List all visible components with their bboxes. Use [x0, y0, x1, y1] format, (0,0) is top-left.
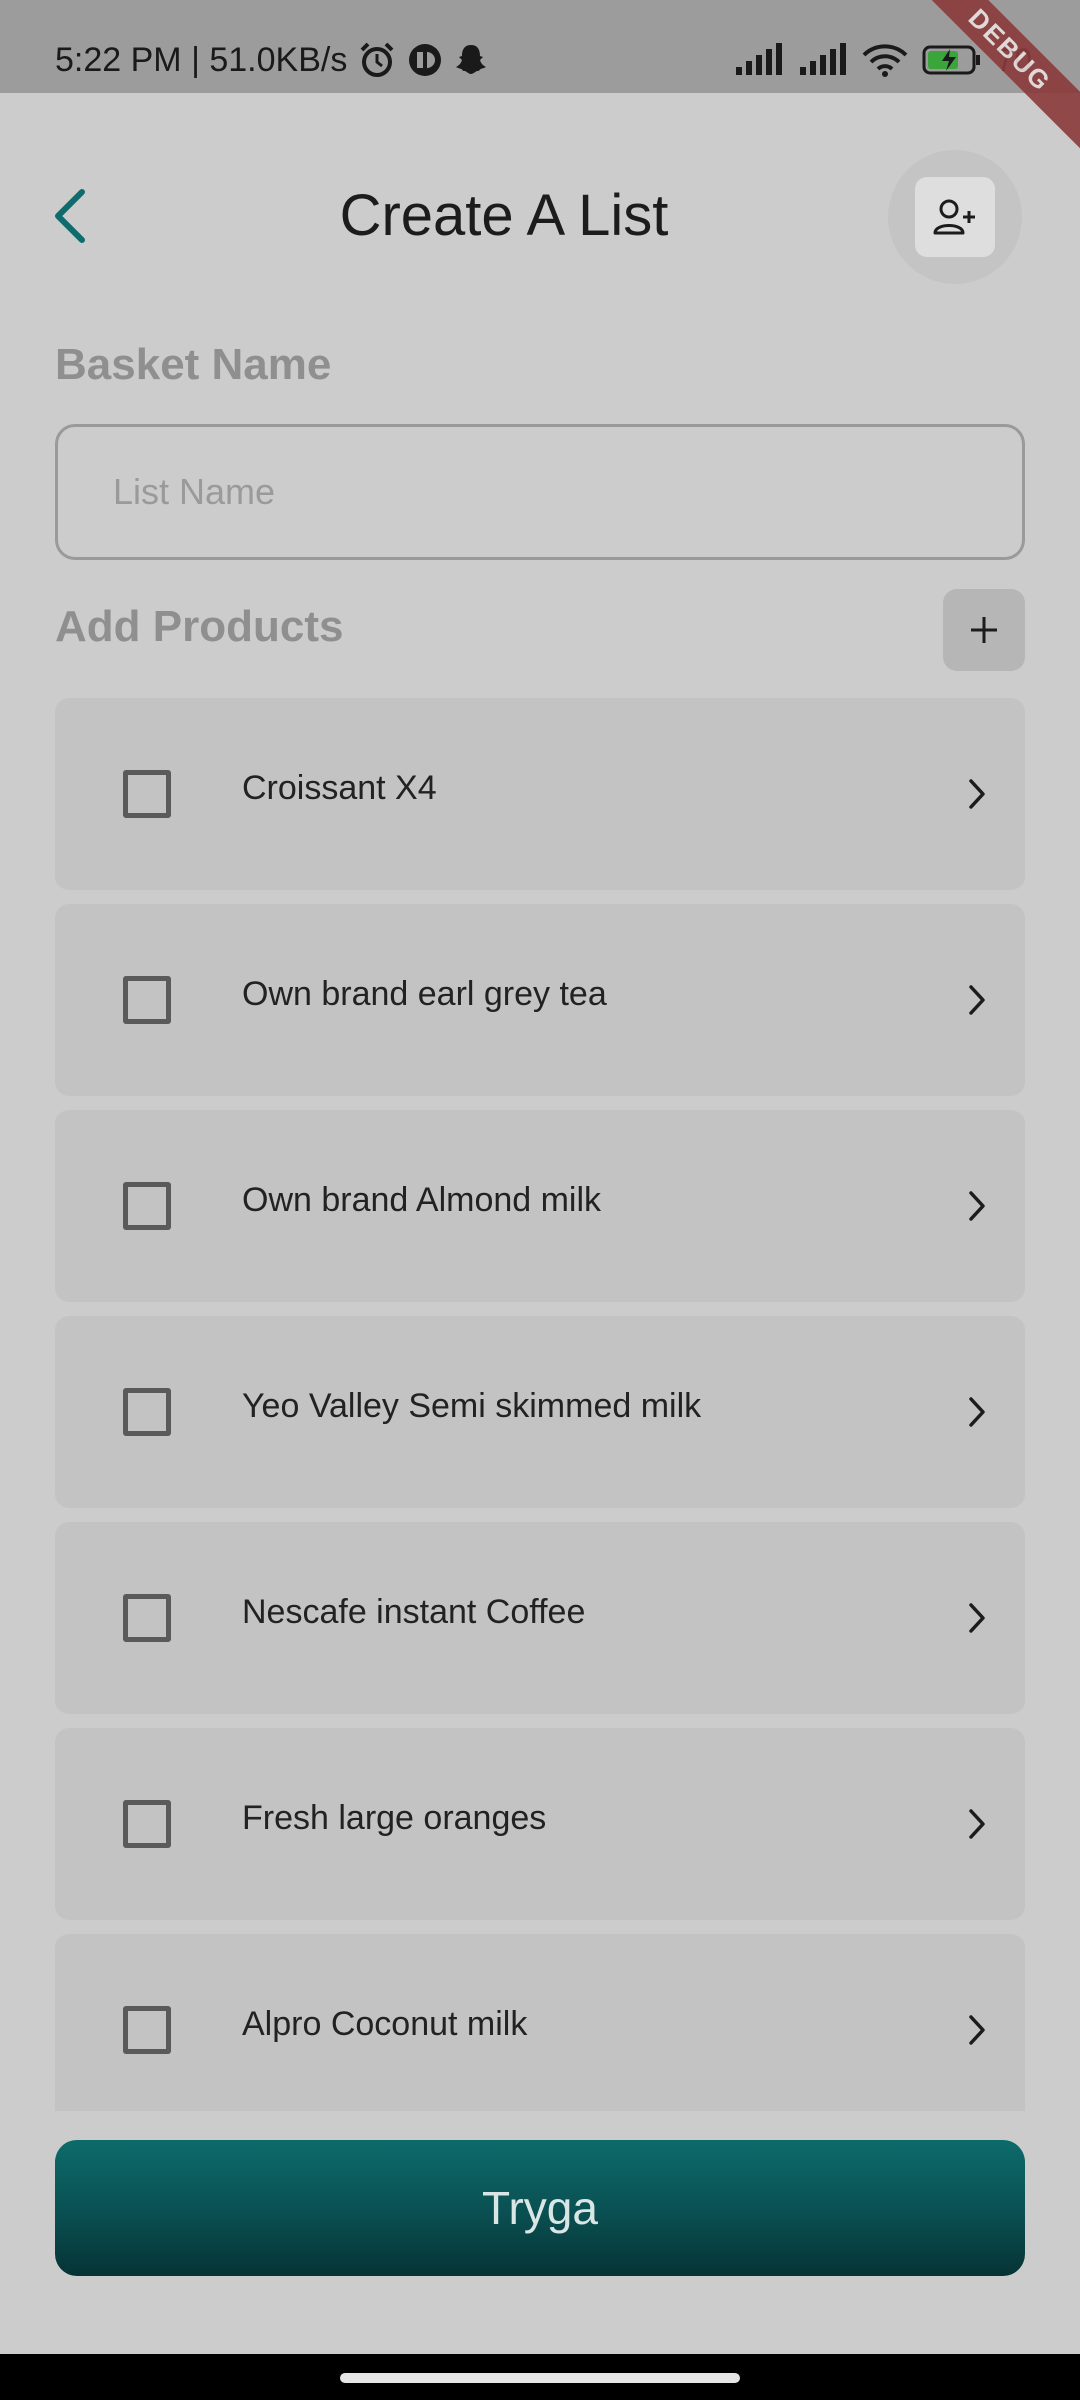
product-name: Yeo Valley Semi skimmed milk	[242, 1386, 702, 1425]
product-name: Own brand Almond milk	[242, 1180, 602, 1219]
chevron-right-icon	[957, 1186, 997, 1226]
add-user-button-inner[interactable]	[915, 177, 995, 257]
wifi-icon	[863, 44, 908, 77]
app-notification-icon	[409, 44, 442, 76]
signal-icon	[736, 43, 783, 75]
plus-icon	[971, 617, 997, 643]
product-list: Croissant X4 Own brand earl grey tea Own…	[55, 698, 1025, 2111]
signal-icon-2	[800, 43, 847, 75]
product-checkbox[interactable]	[123, 1388, 171, 1436]
product-name: Alpro Coconut milk	[242, 2004, 528, 2043]
product-name: Own brand earl grey tea	[242, 974, 607, 1013]
status-bar: 5:22 PM | 51.0KB/s	[0, 0, 1080, 93]
product-checkbox[interactable]	[123, 2006, 171, 2054]
debug-banner: DEBUG	[920, 0, 1080, 160]
home-indicator[interactable]	[340, 2373, 740, 2383]
product-item-2[interactable]: Own brand Almond milk	[55, 1110, 1025, 1302]
chevron-right-icon	[957, 1392, 997, 1432]
add-products-label: Add Products	[55, 602, 344, 651]
add-user-button[interactable]	[888, 150, 1022, 284]
chevron-right-icon	[957, 1598, 997, 1638]
chevron-right-icon	[957, 980, 997, 1020]
status-time-speed: 5:22 PM | 51.0KB/s	[55, 40, 348, 79]
product-checkbox[interactable]	[123, 1594, 171, 1642]
product-checkbox[interactable]	[123, 1182, 171, 1230]
product-item-6[interactable]: Alpro Coconut milk	[55, 1934, 1025, 2111]
product-item-3[interactable]: Yeo Valley Semi skimmed milk	[55, 1316, 1025, 1508]
list-name-input[interactable]	[55, 424, 1025, 560]
alarm-icon	[360, 42, 394, 77]
snapchat-icon	[456, 45, 487, 74]
product-name: Nescafe instant Coffee	[242, 1592, 586, 1631]
product-name: Croissant X4	[242, 768, 437, 807]
chevron-right-icon	[957, 774, 997, 814]
product-checkbox[interactable]	[123, 1800, 171, 1848]
page-title: Create A List	[339, 183, 669, 248]
product-checkbox[interactable]	[123, 770, 171, 818]
add-user-icon	[933, 199, 975, 235]
basket-name-label: Basket Name	[55, 340, 332, 389]
debug-banner-wrap: DEBUG	[920, 0, 1080, 160]
add-product-button[interactable]	[943, 589, 1025, 671]
product-item-5[interactable]: Fresh large oranges	[55, 1728, 1025, 1920]
product-name: Fresh large oranges	[242, 1798, 547, 1837]
chevron-right-icon	[957, 2010, 997, 2050]
status-left: 5:22 PM | 51.0KB/s	[55, 38, 489, 82]
product-checkbox[interactable]	[123, 976, 171, 1024]
product-item-4[interactable]: Nescafe instant Coffee	[55, 1522, 1025, 1714]
tryga-button[interactable]: Tryga	[55, 2140, 1025, 2276]
product-item-1[interactable]: Own brand earl grey tea	[55, 904, 1025, 1096]
chevron-right-icon	[957, 1804, 997, 1844]
product-item-0[interactable]: Croissant X4	[55, 698, 1025, 890]
